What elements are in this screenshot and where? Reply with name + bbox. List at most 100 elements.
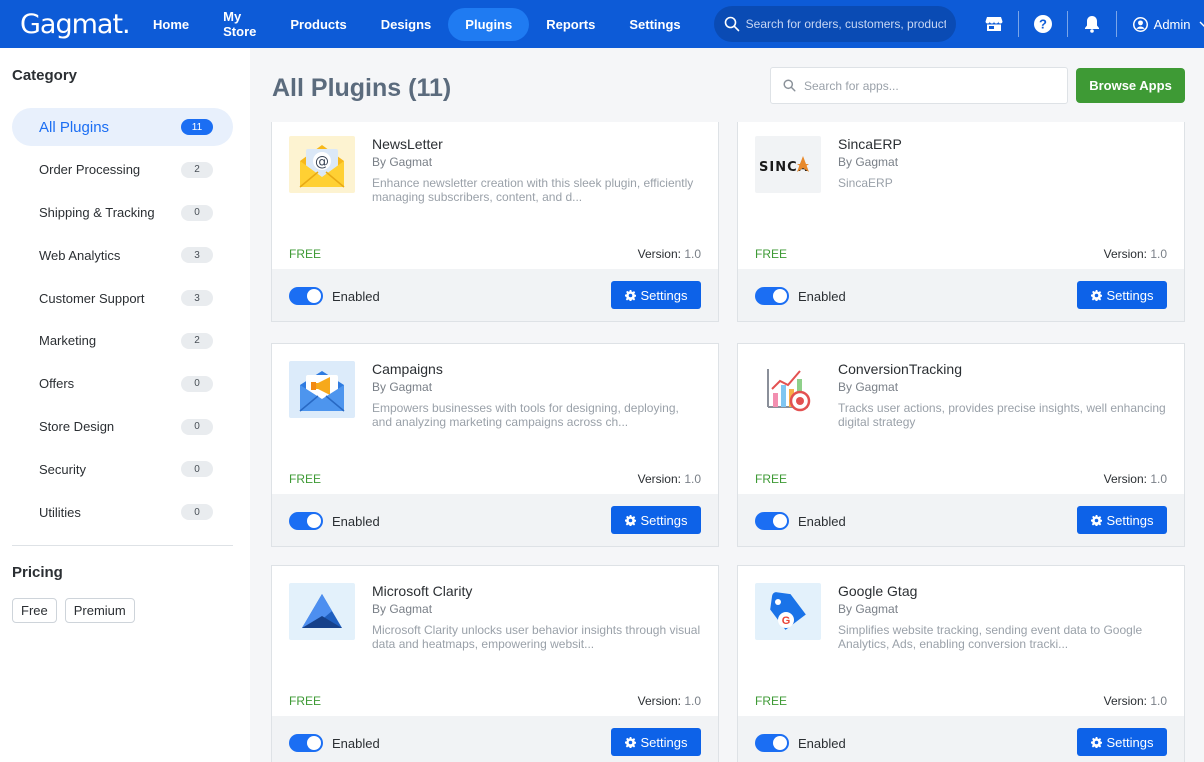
plugin-name[interactable]: Campaigns — [372, 361, 443, 377]
plugin-version: Version: 1.0 — [638, 247, 701, 261]
plugin-author: By Gagmat — [838, 602, 899, 616]
category-label: Utilities — [39, 504, 81, 520]
enabled-label: Enabled — [798, 289, 846, 304]
plugin-name[interactable]: NewsLetter — [372, 136, 443, 152]
category-utilities[interactable]: Utilities 0 — [12, 493, 233, 531]
global-search-input[interactable] — [745, 17, 946, 31]
plugin-author: By Gagmat — [838, 155, 899, 169]
count-badge: 3 — [181, 247, 213, 264]
plugin-thumbnail — [755, 361, 821, 418]
category-web-analytics[interactable]: Web Analytics 3 — [12, 236, 233, 274]
enabled-toggle[interactable] — [755, 512, 789, 530]
category-marketing[interactable]: Marketing 2 — [12, 322, 233, 360]
count-badge: 0 — [181, 504, 213, 521]
plugin-card: @ NewsLetter By Gagmat Enhance newslette… — [271, 122, 719, 322]
count-badge: 0 — [181, 375, 213, 392]
nav-my-store[interactable]: My Store — [206, 0, 273, 48]
plugin-version: Version: 1.0 — [638, 694, 701, 708]
plugin-name[interactable]: Google Gtag — [838, 583, 917, 599]
category-label: Security — [39, 461, 86, 477]
nav-products[interactable]: Products — [273, 8, 363, 41]
version-number: 1.0 — [1150, 472, 1167, 486]
nav-designs[interactable]: Designs — [364, 8, 449, 41]
plugin-version: Version: 1.0 — [1104, 472, 1167, 486]
plugin-description: Tracks user actions, provides precise in… — [838, 401, 1166, 429]
top-navbar: Gagmat. Home My Store Products Designs P… — [0, 0, 1204, 48]
plugin-version: Version: 1.0 — [1104, 247, 1167, 261]
plugin-settings-button[interactable]: Settings — [1077, 728, 1167, 756]
plugin-settings-button[interactable]: Settings — [611, 728, 701, 756]
enabled-label: Enabled — [332, 736, 380, 751]
pricing-filters: Free Premium — [12, 598, 135, 623]
nav-home[interactable]: Home — [136, 8, 206, 41]
count-badge: 0 — [181, 418, 213, 435]
plugin-settings-button[interactable]: Settings — [1077, 281, 1167, 309]
version-number: 1.0 — [684, 694, 701, 708]
category-store-design[interactable]: Store Design 0 — [12, 408, 233, 446]
enabled-toggle[interactable] — [755, 287, 789, 305]
category-offers[interactable]: Offers 0 — [12, 365, 233, 403]
category-security[interactable]: Security 0 — [12, 450, 233, 488]
category-label: Store Design — [39, 419, 115, 435]
user-menu[interactable]: Admin — [1132, 16, 1204, 32]
enabled-toggle[interactable] — [289, 734, 323, 752]
category-heading: Category — [12, 67, 78, 84]
enabled-label: Enabled — [332, 514, 380, 529]
plugin-thumbnail — [289, 361, 355, 418]
category-customer-support[interactable]: Customer Support 3 — [12, 279, 233, 317]
nav-settings[interactable]: Settings — [612, 8, 697, 41]
plugin-settings-button[interactable]: Settings — [611, 506, 701, 534]
count-badge: 11 — [181, 119, 213, 135]
nav-reports[interactable]: Reports — [529, 8, 612, 41]
pricing-premium-button[interactable]: Premium — [64, 598, 135, 623]
enabled-toggle[interactable] — [755, 734, 789, 752]
version-number: 1.0 — [684, 247, 701, 261]
plugin-price: FREE — [289, 472, 322, 486]
bell-icon[interactable] — [1068, 0, 1116, 48]
plugin-card-footer: Enabled Settings — [272, 269, 718, 321]
plugin-name[interactable]: ConversionTracking — [838, 361, 962, 377]
plugin-author: By Gagmat — [838, 380, 899, 394]
divider — [1115, 11, 1117, 37]
plugin-name[interactable]: Microsoft Clarity — [372, 583, 472, 599]
user-name: Admin — [1153, 16, 1191, 32]
plugin-grid: @ NewsLetter By Gagmat Enhance newslette… — [260, 122, 1204, 762]
browse-apps-button[interactable]: Browse Apps — [1076, 68, 1185, 103]
plugin-card: ConversionTracking By Gagmat Tracks user… — [737, 343, 1185, 547]
category-label: Customer Support — [39, 290, 145, 306]
plugin-description: Enhance newsletter creation with this sl… — [372, 176, 694, 204]
plugin-settings-button[interactable]: Settings — [1077, 506, 1167, 534]
plugin-settings-button[interactable]: Settings — [611, 281, 701, 309]
plugin-card-footer: Enabled Settings — [272, 716, 718, 762]
campaign-megaphone-icon — [299, 370, 345, 412]
category-order-processing[interactable]: Order Processing 2 — [12, 151, 233, 189]
app-search-input[interactable] — [804, 78, 1044, 93]
pricing-free-button[interactable]: Free — [12, 598, 57, 623]
enabled-toggle[interactable] — [289, 512, 323, 530]
svg-text:@: @ — [315, 154, 329, 170]
category-shipping-tracking[interactable]: Shipping & Tracking 0 — [12, 194, 233, 232]
version-number: 1.0 — [1150, 247, 1167, 261]
enabled-toggle[interactable] — [289, 287, 323, 305]
enabled-label: Enabled — [332, 289, 380, 304]
category-label: Shipping & Tracking — [39, 205, 155, 221]
nav-plugins[interactable]: Plugins — [448, 7, 530, 41]
plugin-version: Version: 1.0 — [1104, 694, 1167, 708]
settings-label: Settings — [1106, 734, 1154, 750]
version-label: Version: — [637, 694, 681, 708]
version-label: Version: — [637, 247, 681, 261]
search-icon — [724, 16, 739, 32]
store-icon[interactable] — [970, 0, 1018, 48]
category-all-plugins[interactable]: All Plugins 11 — [12, 108, 233, 146]
chevron-down-icon — [1199, 21, 1204, 27]
plugin-card: Microsoft Clarity By Gagmat Microsoft Cl… — [271, 565, 719, 762]
plugin-card-footer: Enabled Settings — [738, 269, 1184, 321]
version-label: Version: — [1103, 247, 1147, 261]
gagmat-logo[interactable]: Gagmat. — [20, 9, 131, 40]
plugin-price: FREE — [755, 694, 788, 708]
settings-label: Settings — [640, 734, 688, 750]
sinca-logo: SINCA — [759, 155, 809, 175]
help-icon[interactable]: ? — [1019, 0, 1067, 48]
plugin-author: By Gagmat — [372, 155, 433, 169]
plugin-name[interactable]: SincaERP — [838, 136, 902, 152]
